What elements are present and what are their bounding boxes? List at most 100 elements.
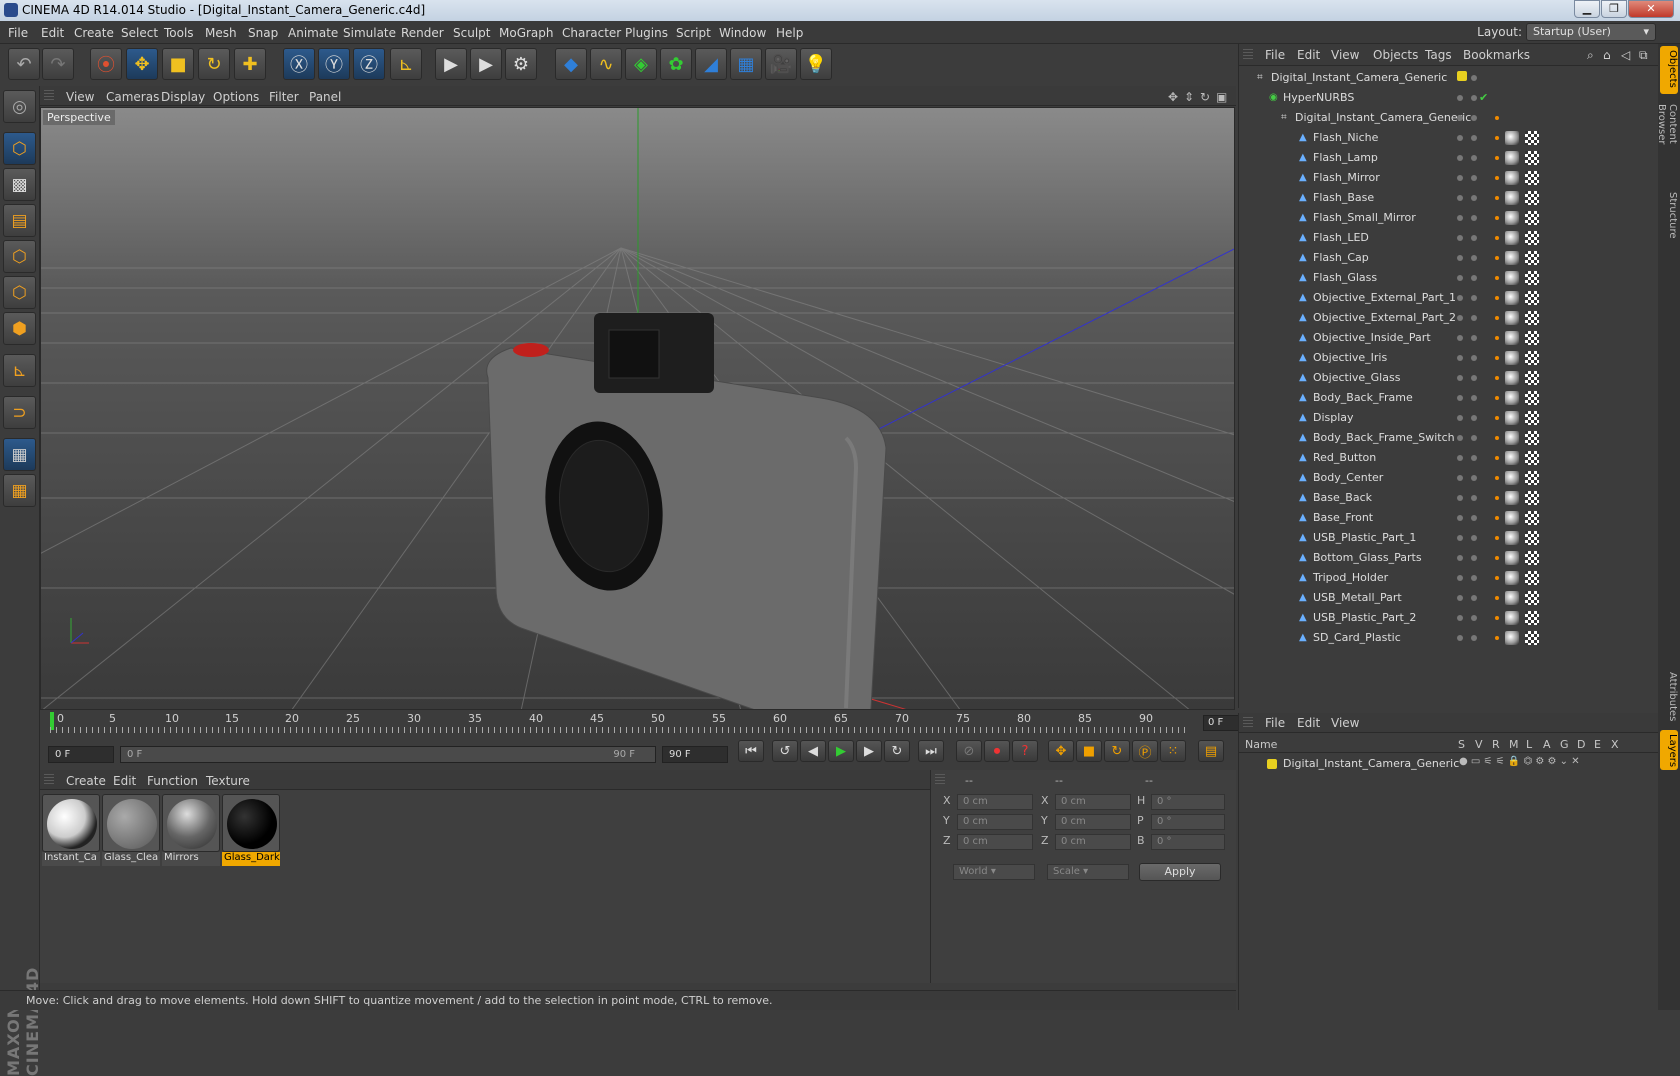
viewport-zoom-icon[interactable]: ⇕ xyxy=(1184,90,1194,104)
phong-tag-icon[interactable] xyxy=(1495,156,1499,160)
x-axis-lock-button[interactable]: Ⓧ xyxy=(283,48,315,80)
close-button[interactable]: ✕ xyxy=(1628,0,1674,18)
menu-snap[interactable]: Snap xyxy=(248,26,278,40)
material-menu-create[interactable]: Create xyxy=(66,774,106,788)
material-tag-icon[interactable] xyxy=(1505,591,1519,605)
phong-tag-icon[interactable] xyxy=(1495,476,1499,480)
object-name[interactable]: Base_Back xyxy=(1313,491,1372,504)
minimize-button[interactable]: ▁ xyxy=(1574,0,1600,18)
material-tag-icon[interactable] xyxy=(1505,631,1519,645)
search-icon[interactable]: ⌕ xyxy=(1587,48,1594,63)
maximize-button[interactable]: ❐ xyxy=(1601,0,1627,18)
editor-visibility-dot[interactable] xyxy=(1457,295,1463,301)
render-visibility-dot[interactable] xyxy=(1471,315,1477,321)
texture-tag-icon[interactable] xyxy=(1525,351,1539,365)
layer-menu-file[interactable]: File xyxy=(1265,716,1285,730)
recent-tool-button[interactable]: ✚ xyxy=(234,48,266,80)
phong-tag-icon[interactable] xyxy=(1495,436,1499,440)
layer-col-view[interactable]: V xyxy=(1475,738,1483,751)
cube-object-button[interactable]: ◆ xyxy=(555,48,587,80)
object-name[interactable]: HyperNURBS xyxy=(1283,91,1354,104)
viewport-menu-options[interactable]: Options xyxy=(213,90,259,104)
texture-tag-icon[interactable] xyxy=(1525,551,1539,565)
layer-row[interactable]: Digital_Instant_Camera_Generic ● ▭ ⚟ ⚟ 🔒… xyxy=(1239,755,1659,773)
material-tag-icon[interactable] xyxy=(1505,491,1519,505)
scale-tool-button[interactable]: ■ xyxy=(162,48,194,80)
material-swatch[interactable]: Glass_Dark xyxy=(222,794,280,868)
workplane-lock-button[interactable]: ▦ xyxy=(3,438,36,471)
object-row[interactable]: ▲ Objective_Inside_Part xyxy=(1239,328,1659,348)
menu-help[interactable]: Help xyxy=(776,26,803,40)
menu-plugins[interactable]: Plugins xyxy=(625,26,668,40)
object-name[interactable]: Flash_Niche xyxy=(1313,131,1378,144)
layer-flags-icons[interactable]: ● ▭ ⚟ ⚟ 🔒 ⏣ ⚙ ⚙ ⌄ ✕ xyxy=(1459,756,1580,767)
object-row[interactable]: ▲ Flash_Mirror xyxy=(1239,168,1659,188)
texture-tag-icon[interactable] xyxy=(1525,571,1539,585)
material-tag-icon[interactable] xyxy=(1505,511,1519,525)
render-visibility-dot[interactable] xyxy=(1471,255,1477,261)
record-keys-button[interactable]: ⊘ xyxy=(956,740,982,762)
points-mode-button[interactable]: ⬡ xyxy=(3,240,36,273)
material-tag-icon[interactable] xyxy=(1505,131,1519,145)
coordinate-space-select[interactable]: World ▾ xyxy=(953,864,1035,880)
editor-visibility-dot[interactable] xyxy=(1457,435,1463,441)
object-row[interactable]: ▲ USB_Plastic_Part_1 xyxy=(1239,528,1659,548)
phong-tag-icon[interactable] xyxy=(1495,616,1499,620)
light-button[interactable]: 💡 xyxy=(800,48,832,80)
menu-create[interactable]: Create xyxy=(74,26,114,40)
material-tag-icon[interactable] xyxy=(1505,171,1519,185)
phong-tag-icon[interactable] xyxy=(1495,256,1499,260)
object-row[interactable]: ▲ Flash_Base xyxy=(1239,188,1659,208)
material-swatch[interactable]: Glass_Clea xyxy=(102,794,160,868)
phong-tag-icon[interactable] xyxy=(1495,636,1499,640)
object-name[interactable]: Flash_Cap xyxy=(1313,251,1369,264)
tab-structure[interactable]: Structure xyxy=(1660,188,1678,240)
texture-mode-button[interactable]: ▩ xyxy=(3,168,36,201)
editor-visibility-dot[interactable] xyxy=(1457,335,1463,341)
apply-button[interactable]: Apply xyxy=(1139,863,1221,881)
object-row[interactable]: ▲ Body_Back_Frame_Switch xyxy=(1239,428,1659,448)
layout-select[interactable]: Startup (User) ▾ xyxy=(1526,23,1656,41)
viewport-menu-cameras[interactable]: Cameras xyxy=(106,90,159,104)
material-tag-icon[interactable] xyxy=(1505,311,1519,325)
phong-tag-icon[interactable] xyxy=(1495,196,1499,200)
material-tag-icon[interactable] xyxy=(1505,531,1519,545)
phong-tag-icon[interactable] xyxy=(1495,176,1499,180)
phong-tag-icon[interactable] xyxy=(1495,296,1499,300)
layer-name[interactable]: Digital_Instant_Camera_Generic xyxy=(1283,757,1459,770)
keyframe-selection-button[interactable]: ? xyxy=(1012,740,1038,762)
phong-tag-icon[interactable] xyxy=(1495,556,1499,560)
preview-range-slider[interactable]: 0 F 90 F xyxy=(120,746,656,763)
array-button[interactable]: ✿ xyxy=(660,48,692,80)
render-settings-button[interactable]: ⚙ xyxy=(505,48,537,80)
render-picture-viewer-button[interactable]: ▶ xyxy=(470,48,502,80)
phong-tag-icon[interactable] xyxy=(1495,596,1499,600)
render-visibility-dot[interactable] xyxy=(1471,495,1477,501)
rotation-h-input[interactable]: 0 ° xyxy=(1151,794,1225,810)
phong-tag-icon[interactable] xyxy=(1495,356,1499,360)
object-row[interactable]: ▲ USB_Metall_Part xyxy=(1239,588,1659,608)
viewport-rotate-icon[interactable]: ↻ xyxy=(1200,90,1210,104)
next-frame-button[interactable]: ▶ xyxy=(856,740,882,762)
editor-visibility-dot[interactable] xyxy=(1457,115,1463,121)
texture-tag-icon[interactable] xyxy=(1525,211,1539,225)
object-row[interactable]: ▲ Body_Back_Frame xyxy=(1239,388,1659,408)
editor-visibility-dot[interactable] xyxy=(1457,395,1463,401)
layer-col-animation[interactable]: A xyxy=(1543,738,1551,751)
layer-col-expressions[interactable]: E xyxy=(1594,738,1601,751)
object-row[interactable]: ▲ Objective_Iris xyxy=(1239,348,1659,368)
live-selection-button[interactable]: ⦿ xyxy=(90,48,122,80)
render-visibility-dot[interactable] xyxy=(1471,375,1477,381)
render-visibility-dot[interactable] xyxy=(1471,555,1477,561)
object-name[interactable]: Body_Back_Frame_Switch xyxy=(1313,431,1455,444)
editor-visibility-dot[interactable] xyxy=(1457,555,1463,561)
material-tag-icon[interactable] xyxy=(1505,471,1519,485)
editor-visibility-dot[interactable] xyxy=(1457,195,1463,201)
texture-tag-icon[interactable] xyxy=(1525,431,1539,445)
material-tag-icon[interactable] xyxy=(1505,551,1519,565)
material-tag-icon[interactable] xyxy=(1505,571,1519,585)
material-tag-icon[interactable] xyxy=(1505,451,1519,465)
menu-simulate[interactable]: Simulate xyxy=(343,26,396,40)
phong-tag-icon[interactable] xyxy=(1495,516,1499,520)
coordinate-system-button[interactable]: ⊾ xyxy=(390,48,422,80)
